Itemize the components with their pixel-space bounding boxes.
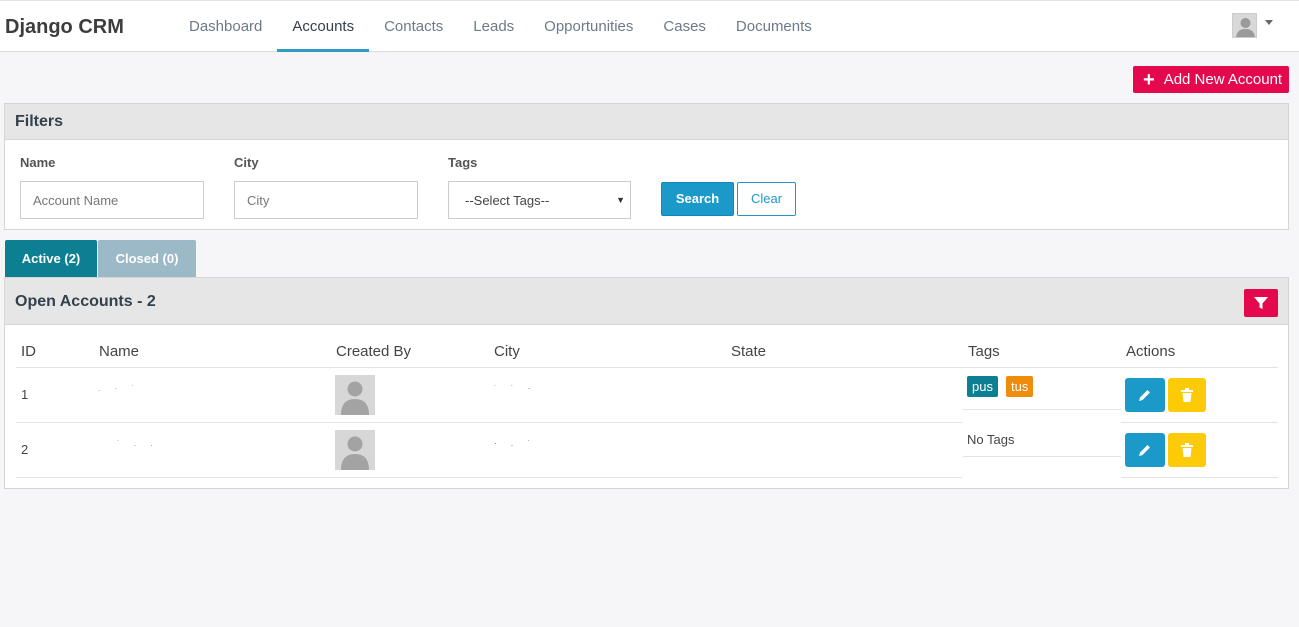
add-new-account-label: Add New Account	[1163, 71, 1283, 88]
top-navbar: Django CRM Dashboard Accounts Contacts L…	[0, 0, 1299, 52]
nav-item-dashboard[interactable]: Dashboard	[174, 1, 277, 52]
tab-active[interactable]: Active (2)	[5, 240, 97, 277]
account-name-input[interactable]: Account Name	[20, 181, 204, 219]
app-title[interactable]: Django CRM	[5, 16, 124, 39]
funnel-icon	[1254, 297, 1268, 309]
pencil-icon	[1139, 445, 1150, 456]
row2-city: · . ˙	[494, 439, 536, 448]
row-divider	[963, 409, 1121, 410]
trash-icon	[1181, 388, 1193, 402]
select-arrow-icon: ▼	[616, 195, 625, 205]
tags-label: Tags	[448, 155, 478, 170]
plus-icon: +	[1143, 68, 1155, 91]
col-header-name[interactable]: Name	[99, 343, 139, 360]
row1-id: 1	[21, 387, 29, 402]
nav-item-accounts[interactable]: Accounts	[277, 1, 370, 52]
row2-delete-button[interactable]	[1168, 433, 1206, 467]
row1-delete-button[interactable]	[1168, 378, 1206, 412]
row-divider	[16, 367, 1278, 368]
row2-no-tags: No Tags	[967, 432, 1015, 447]
col-header-state[interactable]: State	[731, 343, 766, 360]
avatar	[1232, 13, 1257, 38]
row2-edit-button[interactable]	[1125, 433, 1165, 467]
user-silhouette-icon	[1236, 18, 1255, 37]
city-label: City	[234, 155, 259, 170]
col-header-city[interactable]: City	[494, 343, 520, 360]
row-divider	[1121, 477, 1278, 478]
filters-panel: Filters Name Account Name City City Tags…	[4, 103, 1289, 230]
open-accounts-title: Open Accounts - 2	[15, 293, 156, 310]
user-menu[interactable]	[1232, 13, 1273, 38]
open-accounts-header: Open Accounts - 2	[5, 278, 1288, 325]
tags-select[interactable]: --Select Tags-- ▼	[448, 181, 631, 219]
row1-tag-2[interactable]: tus	[1006, 376, 1034, 397]
user-silhouette-icon	[341, 381, 369, 415]
row-divider	[963, 456, 1121, 457]
main-nav: Dashboard Accounts Contacts Leads Opport…	[174, 1, 827, 52]
pencil-icon	[1139, 390, 1150, 401]
row1-created-by-avatar	[335, 375, 375, 415]
nav-item-contacts[interactable]: Contacts	[369, 1, 458, 52]
row-divider	[16, 422, 962, 423]
nav-item-leads[interactable]: Leads	[458, 1, 529, 52]
row1-tag-1[interactable]: pus	[967, 376, 998, 397]
clear-button[interactable]: Clear	[737, 182, 796, 216]
city-input[interactable]: City	[234, 181, 418, 219]
filters-title: Filters	[5, 104, 1288, 140]
row1-edit-button[interactable]	[1125, 378, 1165, 412]
row1-city: ˙ ˙ ·	[494, 384, 537, 393]
nav-item-cases[interactable]: Cases	[648, 1, 721, 52]
nav-item-documents[interactable]: Documents	[721, 1, 827, 52]
row-divider	[1121, 422, 1278, 423]
name-label: Name	[20, 155, 56, 170]
search-button[interactable]: Search	[661, 182, 734, 216]
user-silhouette-icon	[341, 436, 369, 470]
col-header-id[interactable]: ID	[21, 343, 36, 360]
open-accounts-panel: Open Accounts - 2 ID Name Created By Cit…	[4, 277, 1289, 489]
filter-toggle-button[interactable]	[1244, 289, 1278, 317]
col-header-tags[interactable]: Tags	[968, 343, 1000, 360]
tab-closed[interactable]: Closed (0)	[98, 240, 196, 277]
add-new-account-button[interactable]: + Add New Account	[1133, 66, 1289, 93]
chevron-down-icon	[1265, 20, 1273, 25]
row2-name-link[interactable]: ˙ . .	[117, 439, 159, 448]
row1-name-link[interactable]: . · ˙	[98, 384, 140, 393]
nav-item-opportunities[interactable]: Opportunities	[529, 1, 648, 52]
row-divider	[16, 477, 962, 478]
col-header-actions[interactable]: Actions	[1126, 343, 1175, 360]
tags-select-value: --Select Tags--	[465, 193, 550, 208]
row2-id: 2	[21, 442, 29, 457]
col-header-created-by[interactable]: Created By	[336, 343, 411, 360]
row2-created-by-avatar	[335, 430, 375, 470]
trash-icon	[1181, 443, 1193, 457]
